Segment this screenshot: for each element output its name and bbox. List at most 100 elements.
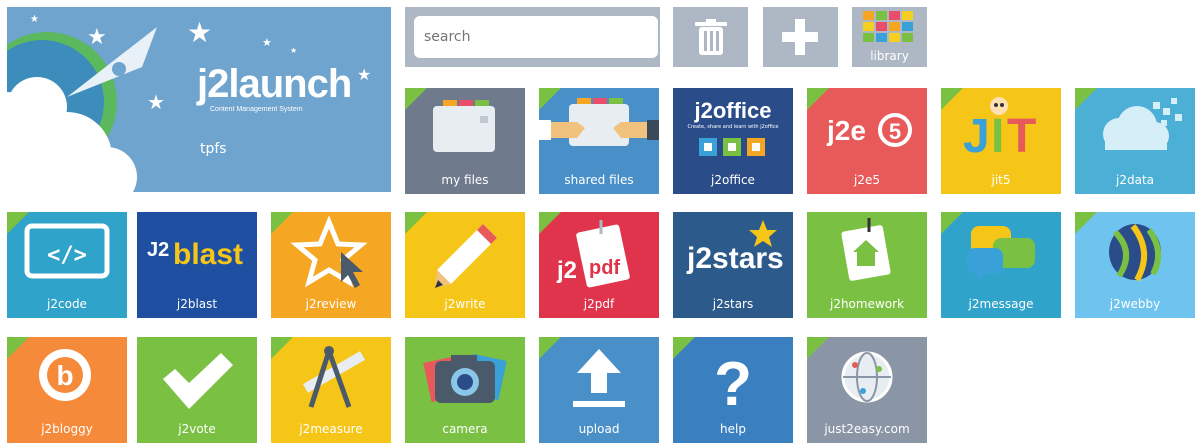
question-mark-icon: ? bbox=[714, 350, 752, 417]
svg-text:J: J bbox=[963, 110, 990, 163]
tile-label: j2vote bbox=[178, 422, 216, 436]
tile-j2code[interactable]: </> j2code bbox=[7, 212, 127, 318]
tile-label: j2webby bbox=[1109, 297, 1161, 311]
star-icon: ★ bbox=[30, 14, 39, 25]
camera-icon bbox=[423, 353, 507, 403]
j2office-logo-icon: j2office Create, share and learn with j2… bbox=[688, 98, 779, 156]
svg-text:T: T bbox=[1007, 110, 1036, 163]
folder-icon bbox=[433, 100, 495, 152]
star-icon: ★ bbox=[262, 36, 272, 49]
tile-label: j2measure bbox=[299, 422, 363, 436]
tile-label: shared files bbox=[564, 173, 634, 187]
pencil-icon bbox=[435, 224, 497, 288]
data-cloud-icon bbox=[1103, 98, 1182, 150]
star-icon: ★ bbox=[187, 16, 213, 49]
tile-j2bloggy[interactable]: b j2bloggy bbox=[7, 337, 127, 443]
star-icon: ★ bbox=[357, 65, 372, 84]
svg-text:I: I bbox=[991, 110, 1004, 163]
library-grid-icon bbox=[863, 11, 913, 42]
j2launch-banner: ★ ★ ★ ★ ★ ★ ★ j2launch Content Managemen… bbox=[7, 7, 391, 192]
tile-label: j2e5 bbox=[854, 173, 880, 187]
code-icon: </> bbox=[24, 223, 110, 279]
svg-text:</>: </> bbox=[47, 243, 87, 268]
tile-label: camera bbox=[442, 422, 488, 436]
search-bar bbox=[405, 7, 660, 67]
bloggy-icon: b bbox=[39, 349, 91, 401]
user-name[interactable]: tpfs bbox=[200, 141, 227, 157]
svg-text:5: 5 bbox=[889, 119, 901, 144]
tile-my-files[interactable]: my files bbox=[405, 88, 525, 194]
tile-label: j2data bbox=[1116, 173, 1154, 187]
tile-help[interactable]: ? help bbox=[673, 337, 793, 443]
svg-text:j2stars: j2stars bbox=[686, 242, 784, 275]
tile-label: j2homework bbox=[829, 297, 905, 311]
star-icon: ★ bbox=[290, 46, 298, 55]
tile-j2vote[interactable]: j2vote bbox=[137, 337, 257, 443]
j2blast-logo-icon: J2 blast bbox=[147, 238, 243, 271]
homework-house-icon bbox=[841, 218, 891, 281]
tile-label: just2easy.com bbox=[824, 422, 910, 436]
star-icon: ★ bbox=[87, 25, 107, 50]
j2office-logo-text: j2office bbox=[693, 98, 771, 123]
j2e5-logo-icon: j2e 5 bbox=[826, 113, 912, 147]
tile-label: jit5 bbox=[991, 173, 1011, 187]
library-button[interactable]: library bbox=[852, 7, 927, 67]
tile-label: upload bbox=[578, 422, 620, 436]
trash-icon bbox=[695, 19, 727, 55]
compass-ruler-icon bbox=[302, 346, 366, 408]
tile-label: j2message bbox=[968, 297, 1034, 311]
svg-text:J2: J2 bbox=[147, 239, 169, 261]
search-input[interactable] bbox=[414, 16, 658, 58]
tile-label: j2stars bbox=[712, 297, 754, 311]
plus-icon bbox=[782, 19, 818, 55]
checkmark-icon bbox=[163, 353, 233, 409]
svg-text:j2e: j2e bbox=[826, 115, 866, 146]
svg-text:blast: blast bbox=[173, 238, 243, 271]
tile-label: j2code bbox=[47, 297, 87, 311]
tile-just2easy[interactable]: just2easy.com bbox=[807, 337, 927, 443]
tile-j2measure[interactable]: j2measure bbox=[271, 337, 391, 443]
tile-j2message[interactable]: j2message bbox=[941, 212, 1061, 318]
tile-label: help bbox=[720, 422, 746, 436]
tile-shared-files[interactable]: shared files bbox=[539, 88, 659, 194]
tile-j2review[interactable]: j2review bbox=[271, 212, 391, 318]
tile-label: j2pdf bbox=[583, 297, 615, 311]
tile-j2homework[interactable]: j2homework bbox=[807, 212, 927, 318]
tile-j2data[interactable]: j2data bbox=[1075, 88, 1195, 194]
svg-text:j2: j2 bbox=[556, 257, 577, 284]
svg-text:b: b bbox=[56, 360, 73, 391]
chat-bubbles-icon bbox=[967, 226, 1035, 282]
delete-button[interactable] bbox=[673, 7, 748, 67]
tile-label: j2office bbox=[711, 173, 755, 187]
j2stars-logo-icon: j2stars bbox=[686, 220, 784, 275]
tile-j2e5[interactable]: j2e 5 j2e5 bbox=[807, 88, 927, 194]
tile-jit5[interactable]: J I T jit5 bbox=[941, 88, 1061, 194]
tile-label: my files bbox=[441, 173, 489, 187]
tile-j2blast[interactable]: J2 blast j2blast bbox=[137, 212, 257, 318]
jit-logo-icon: J I T bbox=[963, 97, 1036, 163]
star-cursor-icon bbox=[290, 215, 368, 288]
tile-label: j2blast bbox=[176, 297, 218, 311]
tile-upload[interactable]: upload bbox=[539, 337, 659, 443]
tile-j2webby[interactable]: j2webby bbox=[1075, 212, 1195, 318]
tile-camera[interactable]: camera bbox=[405, 337, 525, 443]
tile-label: j2write bbox=[444, 297, 486, 311]
upload-arrow-icon bbox=[573, 349, 625, 407]
app-logo: j2launch bbox=[197, 62, 352, 106]
tile-label: j2bloggy bbox=[41, 422, 93, 436]
svg-text:?: ? bbox=[714, 350, 752, 417]
star-icon: ★ bbox=[147, 90, 165, 114]
library-label: library bbox=[870, 49, 909, 63]
j2office-tagline: Create, share and learn with j2office bbox=[688, 124, 779, 130]
pdf-document-icon: j2 pdf bbox=[556, 220, 630, 288]
tile-j2write[interactable]: j2write bbox=[405, 212, 525, 318]
svg-text:pdf: pdf bbox=[589, 257, 620, 279]
tile-j2pdf[interactable]: j2 pdf j2pdf bbox=[539, 212, 659, 318]
shared-folder-icon bbox=[539, 98, 659, 146]
add-button[interactable] bbox=[763, 7, 838, 67]
tile-label: j2review bbox=[305, 297, 357, 311]
tile-j2stars[interactable]: j2stars j2stars bbox=[673, 212, 793, 318]
globe-network-icon bbox=[841, 351, 893, 403]
app-tagline: Content Management System bbox=[210, 106, 303, 113]
tile-j2office[interactable]: j2office Create, share and learn with j2… bbox=[673, 88, 793, 194]
